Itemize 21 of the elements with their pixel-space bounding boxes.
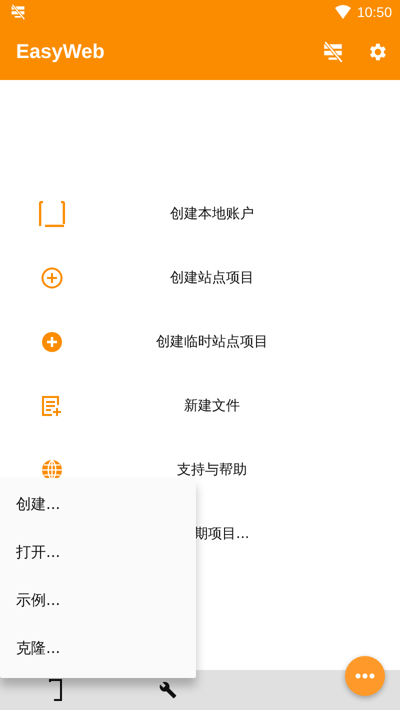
no-display-icon [10,4,26,20]
menu-item[interactable]: 打开... [0,528,196,576]
menu-item[interactable]: 示例... [0,576,196,624]
menu-item[interactable]: 克隆... [0,624,196,672]
more-button[interactable] [345,656,385,696]
new-file-icon [41,395,63,417]
action-label[interactable]: 创建临时站点项目 [156,333,268,351]
frame-icon [39,201,65,227]
app-title: EasyWeb [16,40,106,64]
action-label[interactable]: 创建本地账户 [170,205,254,223]
menu-item[interactable]: 创建... [0,480,196,528]
action-label[interactable]: 创建站点项目 [170,269,254,287]
add-icon [41,331,63,353]
add-icon [41,267,63,289]
no-display-icon[interactable] [322,41,344,63]
wifi-icon [334,5,351,19]
action-label[interactable]: 支持与帮助 [177,461,247,479]
clock-time: 10:50 [356,4,392,20]
more-icon [355,673,375,679]
action-label[interactable]: 新建文件 [184,397,240,415]
wrench-icon[interactable] [159,681,177,699]
